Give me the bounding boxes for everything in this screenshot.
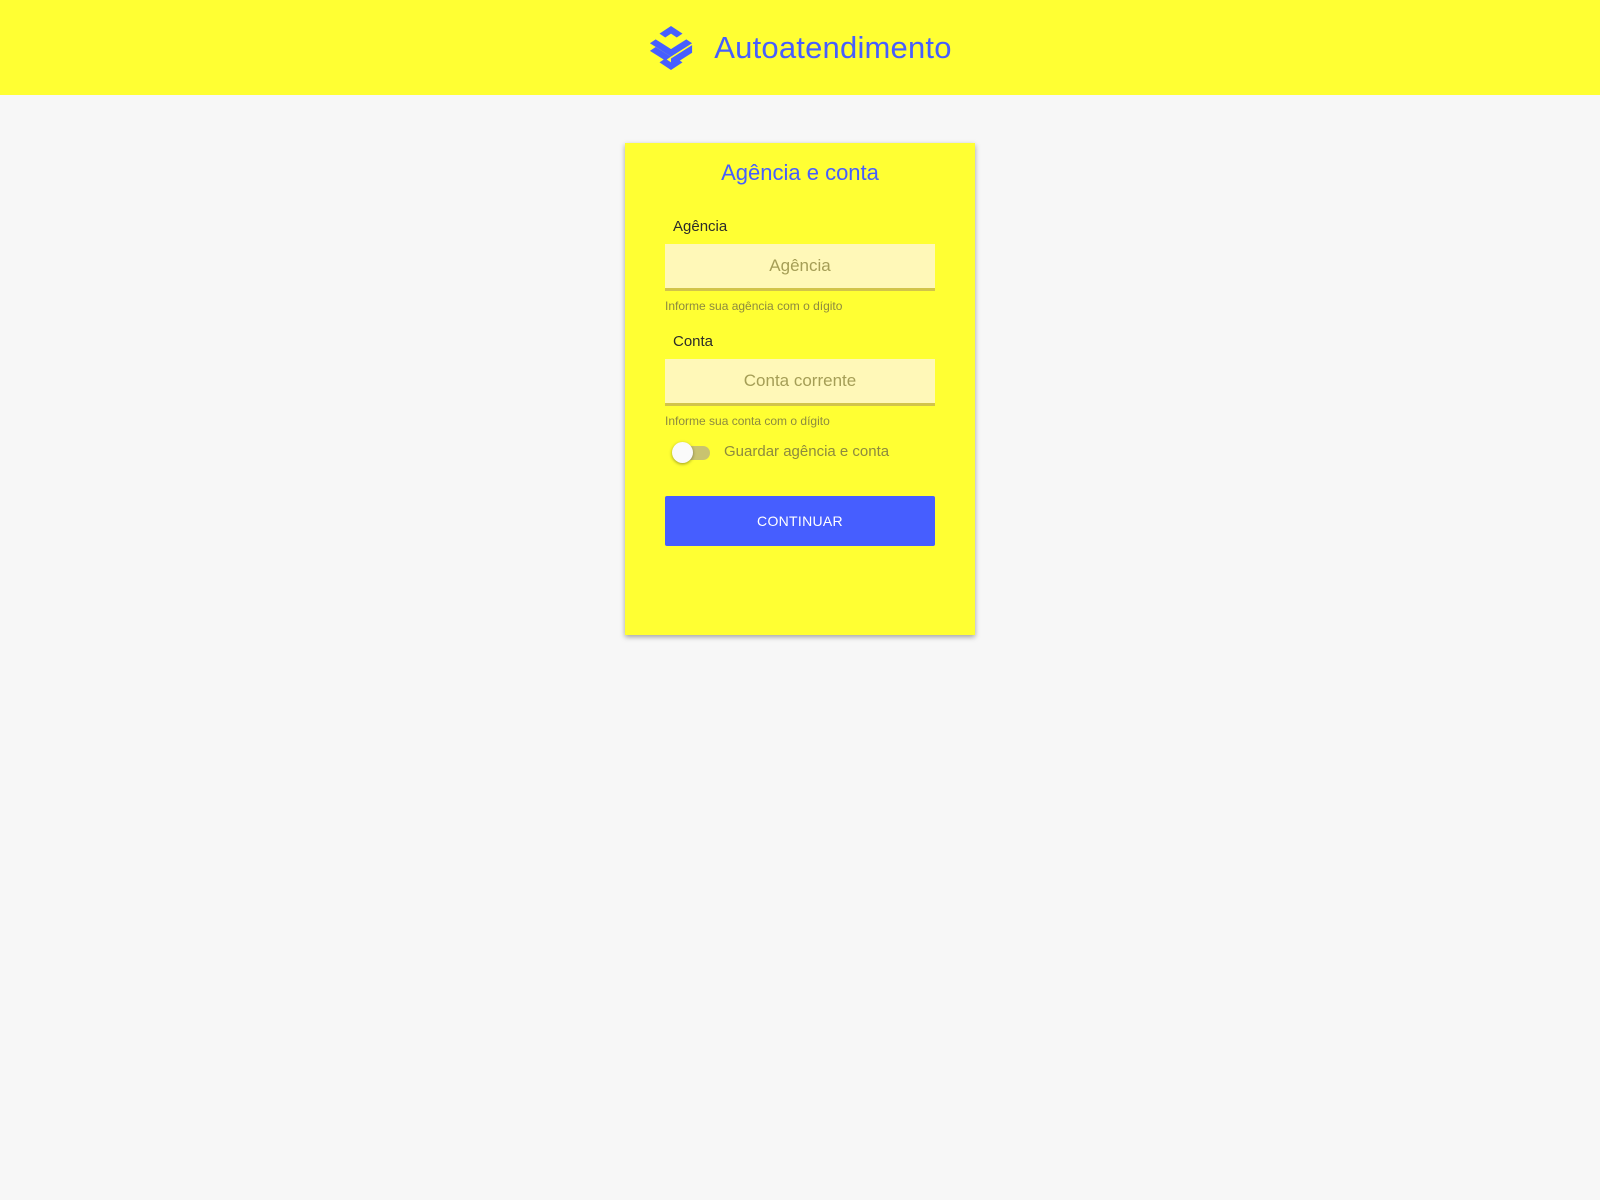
conta-input[interactable]	[665, 359, 935, 406]
banco-do-brasil-logo-icon	[650, 25, 693, 70]
brand: Autoatendimento	[648, 25, 952, 71]
app-title: Autoatendimento	[714, 29, 952, 65]
toggle-thumb	[672, 442, 693, 463]
remember-toggle[interactable]	[672, 441, 710, 463]
top-bar: Autoatendimento	[0, 0, 1600, 95]
card-title: Agência e conta	[721, 160, 879, 185]
conta-helper: Informe sua conta com o dígito	[665, 414, 830, 428]
continue-button[interactable]: CONTINUAR	[665, 496, 935, 546]
login-card: Agência e conta Agência Informe sua agên…	[625, 143, 975, 635]
remember-row: Guardar agência e conta	[672, 441, 889, 463]
agencia-input[interactable]	[665, 244, 935, 291]
agencia-label: Agência	[673, 218, 728, 235]
conta-label: Conta	[673, 333, 714, 350]
agencia-helper: Informe sua agência com o dígito	[665, 299, 843, 313]
remember-label[interactable]: Guardar agência e conta	[724, 443, 889, 460]
